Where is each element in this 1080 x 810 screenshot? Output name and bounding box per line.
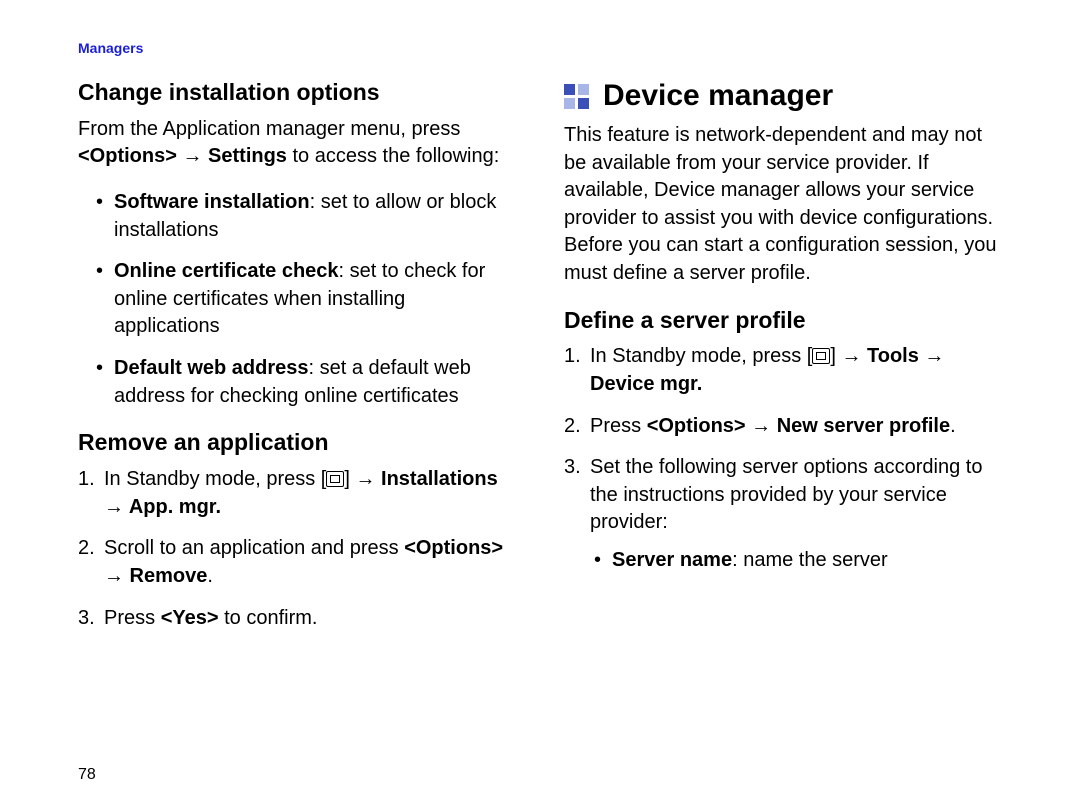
heading-text: Device manager	[603, 78, 833, 114]
left-column: Change installation options From the App…	[78, 78, 516, 646]
yes-label: <Yes>	[161, 607, 219, 629]
device-manager-intro: This feature is network-dependent and ma…	[564, 122, 1002, 288]
server-options-list: Server name: name the server	[590, 547, 1002, 575]
text: In Standby mode, press [	[104, 468, 326, 490]
menu-key-icon	[812, 348, 830, 364]
bullet-title: Server name	[612, 549, 732, 571]
text: Press	[104, 607, 161, 629]
bullet-title: Online certificate check	[114, 260, 339, 282]
text: .	[950, 415, 956, 437]
bullet-desc: : name the server	[732, 549, 888, 571]
list-item: In Standby mode, press [] → Tools → Devi…	[564, 343, 1002, 398]
text: In Standby mode, press [	[590, 345, 812, 367]
list-item: Press <Yes> to confirm.	[78, 605, 516, 633]
section-header: Managers	[78, 40, 1002, 56]
heading-device-manager: Device manager	[564, 78, 1002, 114]
right-column: Device manager This feature is network-d…	[564, 78, 1002, 646]
squares-icon	[564, 84, 589, 109]
text: .	[207, 565, 213, 587]
list-item: Press <Options> → New server profile.	[564, 413, 1002, 441]
heading-remove-app: Remove an application	[78, 428, 516, 458]
text: to confirm.	[219, 607, 318, 629]
list-item: Server name: name the server	[594, 547, 1002, 575]
two-column-layout: Change installation options From the App…	[78, 78, 1002, 646]
text: ] →	[344, 468, 381, 490]
text: Press	[590, 415, 647, 437]
text: From the Application manager menu, press	[78, 118, 460, 140]
list-item: Default web address: set a default web a…	[96, 355, 516, 410]
bullet-title: Default web address	[114, 357, 309, 379]
text: Set the following server options accordi…	[590, 456, 982, 533]
text: ] →	[830, 345, 867, 367]
path-label: <Options> → New server profile	[647, 415, 950, 437]
bullet-title: Software installation	[114, 191, 310, 213]
define-server-steps: In Standby mode, press [] → Tools → Devi…	[564, 343, 1002, 574]
options-label: <Options>	[78, 145, 177, 167]
page-number: 78	[78, 766, 96, 784]
list-item: Set the following server options accordi…	[564, 454, 1002, 574]
remove-app-steps: In Standby mode, press [] → Installation…	[78, 466, 516, 632]
list-item: Scroll to an application and press <Opti…	[78, 535, 516, 590]
text: Scroll to an application and press	[104, 537, 404, 559]
heading-define-server: Define a server profile	[564, 306, 1002, 336]
list-item: In Standby mode, press [] → Installation…	[78, 466, 516, 521]
text: to access the following:	[287, 145, 499, 167]
arrow: →	[177, 145, 208, 167]
change-install-intro: From the Application manager menu, press…	[78, 116, 516, 171]
settings-label: Settings	[208, 145, 287, 167]
menu-key-icon	[326, 471, 344, 487]
install-options-list: Software installation: set to allow or b…	[78, 189, 516, 410]
heading-change-install: Change installation options	[78, 78, 516, 108]
list-item: Software installation: set to allow or b…	[96, 189, 516, 244]
list-item: Online certificate check: set to check f…	[96, 258, 516, 341]
manual-page: Managers Change installation options Fro…	[0, 0, 1080, 810]
